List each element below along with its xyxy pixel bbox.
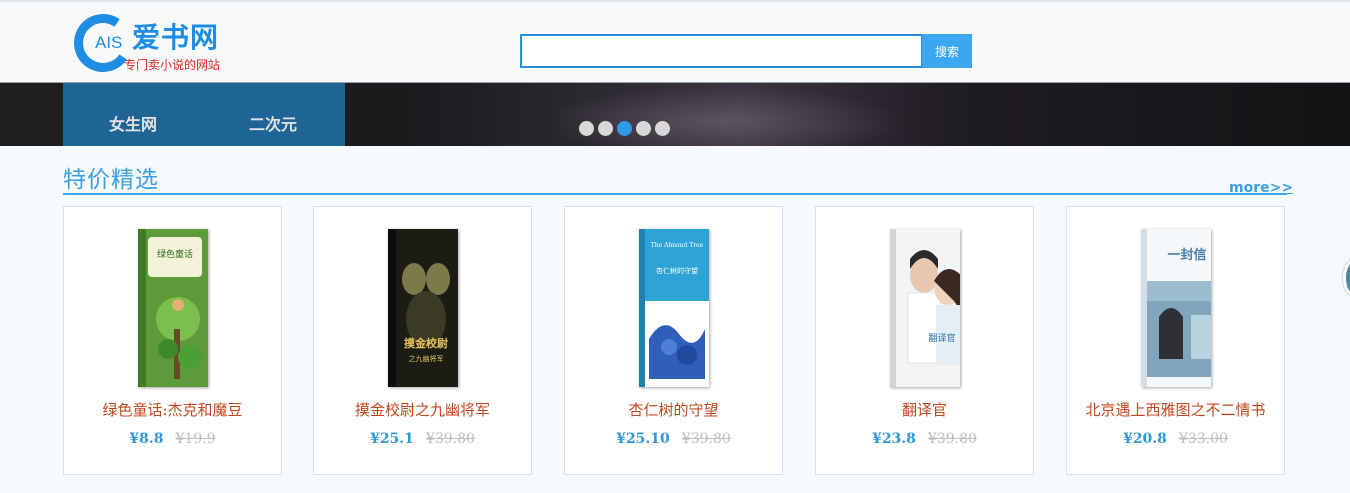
product-title[interactable]: 杏仁树的守望 <box>565 399 782 420</box>
svg-text:绿色童话: 绿色童话 <box>156 248 192 260</box>
svg-text:杏仁树的守望: 杏仁树的守望 <box>656 266 698 275</box>
search-bar: 搜索 <box>520 34 972 68</box>
svg-text:摸金校尉: 摸金校尉 <box>404 336 448 350</box>
svg-text:The Almond Tree: The Almond Tree <box>650 242 703 249</box>
price-row: ¥25.10 ¥39.80 <box>565 431 782 447</box>
price-row: ¥25.1 ¥39.80 <box>314 431 531 447</box>
carousel-dot[interactable] <box>579 121 594 136</box>
product-title[interactable]: 翻译官 <box>816 399 1033 420</box>
carousel-dot[interactable] <box>617 121 632 136</box>
carousel-dot[interactable] <box>598 121 613 136</box>
nav-item-anime[interactable]: 二次元 <box>249 111 297 135</box>
svg-text:一封信: 一封信 <box>1167 247 1206 263</box>
book-cover-image[interactable]: The Almond Tree 杏仁树的守望 <box>638 229 709 387</box>
side-float-handle[interactable] <box>1343 260 1350 296</box>
price-current: ¥20.8 <box>1123 431 1167 447</box>
book-cover-image[interactable]: 摸金校尉 之九幽将军 <box>387 229 458 387</box>
logo-slogan: 专门卖小说的网站 <box>124 58 221 72</box>
price-original: ¥33.00 <box>1178 431 1228 447</box>
price-current: ¥25.1 <box>370 431 414 447</box>
product-card[interactable]: 绿色童话 绿色童话:杰克和魔豆 ¥8.8 ¥19.9 <box>63 206 282 475</box>
product-card[interactable]: 一封信 北京遇上西雅图之不二情书 ¥20.8 ¥33.00 <box>1066 206 1285 475</box>
product-card[interactable]: The Almond Tree 杏仁树的守望 杏仁树的守望 ¥25.10 ¥39.… <box>564 206 783 475</box>
price-current: ¥25.10 <box>616 431 670 447</box>
product-title[interactable]: 绿色童话:杰克和魔豆 <box>64 399 281 420</box>
search-input[interactable] <box>520 34 923 68</box>
category-nav: 女生网 二次元 <box>63 83 345 146</box>
section-title: 特价精选 <box>63 167 159 193</box>
book-cover-image[interactable]: 翻译官 <box>889 229 960 387</box>
price-row: ¥20.8 ¥33.00 <box>1067 431 1284 447</box>
price-row: ¥23.8 ¥39.80 <box>816 431 1033 447</box>
price-row: ¥8.8 ¥19.9 <box>64 431 281 447</box>
price-original: ¥39.80 <box>425 431 475 447</box>
price-original: ¥39.80 <box>681 431 731 447</box>
hero-banner[interactable]: 女生网 二次元 <box>0 82 1350 146</box>
svg-text:之九幽将军: 之九幽将军 <box>408 354 443 363</box>
carousel-dot[interactable] <box>655 121 670 136</box>
product-title[interactable]: 摸金校尉之九幽将军 <box>314 399 531 420</box>
nav-item-girls[interactable]: 女生网 <box>109 111 157 135</box>
book-cover-image[interactable]: 一封信 <box>1140 229 1211 387</box>
logo-name: 爱书网 <box>132 21 220 54</box>
price-original: ¥19.9 <box>175 431 216 447</box>
section-divider <box>63 193 1287 195</box>
product-card[interactable]: 摸金校尉 之九幽将军 摸金校尉之九幽将军 ¥25.1 ¥39.80 <box>313 206 532 475</box>
carousel-dot[interactable] <box>636 121 651 136</box>
logo-ais-text: AIS <box>95 33 123 52</box>
carousel-dots <box>579 121 674 137</box>
price-current: ¥23.8 <box>872 431 916 447</box>
product-title[interactable]: 北京遇上西雅图之不二情书 <box>1067 399 1284 420</box>
svg-text:翻译官: 翻译官 <box>928 332 955 344</box>
price-original: ¥39.80 <box>927 431 977 447</box>
search-button[interactable]: 搜索 <box>922 34 972 68</box>
site-header: AIS 爱书网 专门卖小说的网站 搜索 <box>0 0 1350 82</box>
product-card[interactable]: 翻译官 翻译官 ¥23.8 ¥39.80 <box>815 206 1034 475</box>
price-current: ¥8.8 <box>129 431 164 447</box>
site-logo[interactable]: AIS 爱书网 专门卖小说的网站 <box>69 9 234 78</box>
book-cover-image[interactable]: 绿色童话 <box>137 229 208 387</box>
